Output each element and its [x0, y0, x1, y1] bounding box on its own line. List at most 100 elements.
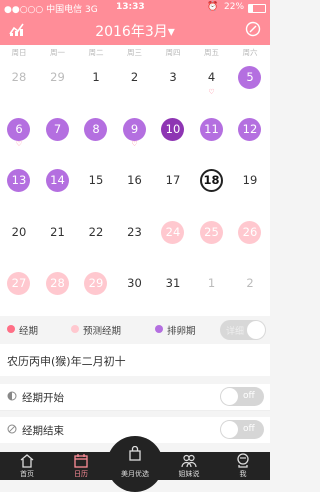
- day-number: 12: [242, 121, 258, 136]
- battery-icon: [248, 4, 266, 13]
- calendar-grid: 28 29 1 2 3 4 ♡ 5 6 ♡ 7 8 9 ♡ 10 11 12 13 14 15 16 17 18 19 20 21…: [0, 58, 270, 316]
- tab-calendar[interactable]: 日历: [54, 452, 108, 480]
- weekday-label: 周日: [11, 48, 27, 57]
- tab-label: 首页: [20, 470, 34, 478]
- tab-label: 美月优选: [121, 470, 149, 478]
- calendar-day[interactable]: 10: [154, 113, 192, 156]
- period-start-toggle[interactable]: off: [220, 387, 264, 406]
- calendar-day[interactable]: 17: [154, 164, 192, 207]
- calendar-icon: [74, 454, 88, 468]
- toggle-knob: [221, 388, 238, 405]
- period-end-label: 经期结束: [22, 425, 64, 437]
- calendar-day[interactable]: 25: [193, 216, 231, 259]
- home-icon: [20, 454, 34, 468]
- tab-bar: 首页 日历 美月优选 姐妹说 我: [0, 446, 270, 480]
- calendar-day[interactable]: 27: [0, 267, 38, 310]
- day-number: 16: [127, 173, 142, 188]
- day-number: 28: [50, 276, 65, 291]
- detail-toggle[interactable]: 详细: [220, 320, 266, 340]
- calendar-day[interactable]: 18: [193, 164, 231, 207]
- legend-period: 经期: [19, 326, 39, 337]
- day-number: 4: [207, 70, 216, 84]
- calendar-day[interactable]: 4 ♡: [193, 61, 231, 104]
- period-start-row: 经期开始 off: [0, 384, 270, 410]
- day-number: 23: [127, 224, 142, 239]
- calendar-day[interactable]: 31: [154, 267, 192, 310]
- calendar-day[interactable]: 8: [77, 113, 115, 156]
- day-number: 14: [50, 173, 65, 188]
- calendar-day[interactable]: 26: [231, 216, 269, 259]
- day-number: 1: [92, 70, 100, 84]
- calendar-day[interactable]: 6 ♡: [0, 113, 38, 156]
- calendar-day[interactable]: 15: [77, 164, 115, 207]
- people-icon: [181, 454, 197, 468]
- predicted-dot: [71, 325, 79, 333]
- carrier-label: ●●○○○ 中国电信 3G: [4, 5, 98, 15]
- day-number: 7: [53, 121, 62, 136]
- day-number: 18: [203, 173, 220, 188]
- day-number: 17: [165, 173, 181, 188]
- legend: 经期 预测经期 排卵期 详细: [0, 316, 270, 344]
- calendar-day[interactable]: 9 ♡: [116, 113, 154, 156]
- calendar-day[interactable]: 30: [116, 267, 154, 310]
- toggle-knob: [247, 321, 265, 339]
- day-number: 3: [169, 70, 177, 84]
- weekday-header: 周日 周一 周二 周三 周四 周五 周六: [0, 45, 270, 58]
- calendar-day[interactable]: 23: [116, 216, 154, 259]
- status-time: 13:33: [116, 2, 145, 12]
- calendar-day[interactable]: 20: [0, 216, 38, 259]
- lunar-date-row: 农历丙申(猴)年二月初十: [0, 344, 270, 376]
- calendar-day[interactable]: 29: [39, 61, 77, 104]
- day-number: 11: [204, 121, 219, 136]
- calendar-day[interactable]: 1: [77, 61, 115, 104]
- tab-sisters[interactable]: 姐妹说: [162, 452, 216, 480]
- day-number: 25: [204, 224, 219, 239]
- slash-circle-icon: [7, 424, 17, 434]
- calendar-day[interactable]: 14: [39, 164, 77, 207]
- tab-me[interactable]: 我: [216, 452, 270, 480]
- day-number: 15: [88, 173, 104, 188]
- day-number: 9: [130, 121, 139, 136]
- day-number: 27: [11, 276, 27, 291]
- day-number: 29: [50, 70, 65, 84]
- heart-icon: ♡: [131, 139, 138, 148]
- divider: [0, 410, 270, 411]
- compass-icon[interactable]: [245, 21, 261, 41]
- calendar-day[interactable]: 24: [154, 216, 192, 259]
- period-end-toggle[interactable]: off: [220, 420, 264, 439]
- calendar-day[interactable]: 28: [0, 61, 38, 104]
- day-number: 29: [88, 276, 104, 291]
- day-number: 5: [246, 70, 254, 84]
- calendar-day[interactable]: 21: [39, 216, 77, 259]
- month-selector[interactable]: 2016年3月▾: [0, 21, 270, 41]
- calendar-day[interactable]: 12: [231, 113, 269, 156]
- calendar-day[interactable]: 13: [0, 164, 38, 207]
- tab-home[interactable]: 首页: [0, 452, 54, 480]
- half-circle-icon: [7, 391, 17, 401]
- day-number: 19: [242, 173, 258, 188]
- calendar-day[interactable]: 28: [39, 267, 77, 310]
- tab-label: 姐妹说: [178, 470, 200, 478]
- weekday-label: 周四: [165, 48, 181, 57]
- calendar-day[interactable]: 29: [77, 267, 115, 310]
- tab-shop[interactable]: 美月优选: [108, 446, 162, 480]
- calendar-day[interactable]: 16: [116, 164, 154, 207]
- calendar-day[interactable]: 2: [116, 61, 154, 104]
- tab-label: 日历: [74, 470, 88, 478]
- calendar-day[interactable]: 2: [231, 267, 269, 310]
- shopping-bag-icon: [129, 446, 141, 461]
- calendar-day[interactable]: 1: [193, 267, 231, 310]
- user-icon: [237, 453, 249, 468]
- calendar-day[interactable]: 22: [77, 216, 115, 259]
- day-number: 2: [130, 70, 139, 84]
- calendar-day[interactable]: 5: [231, 61, 269, 104]
- day-number: 21: [50, 224, 65, 239]
- calendar-day[interactable]: 7: [39, 113, 77, 156]
- lunar-date: 农历丙申(猴)年二月初十: [7, 355, 126, 368]
- calendar-day[interactable]: 11: [193, 113, 231, 156]
- calendar-day[interactable]: 3: [154, 61, 192, 104]
- day-number: 26: [242, 224, 258, 239]
- calendar-day[interactable]: 19: [231, 164, 269, 207]
- day-number: 22: [88, 224, 104, 239]
- weekday-label: 周一: [50, 48, 65, 57]
